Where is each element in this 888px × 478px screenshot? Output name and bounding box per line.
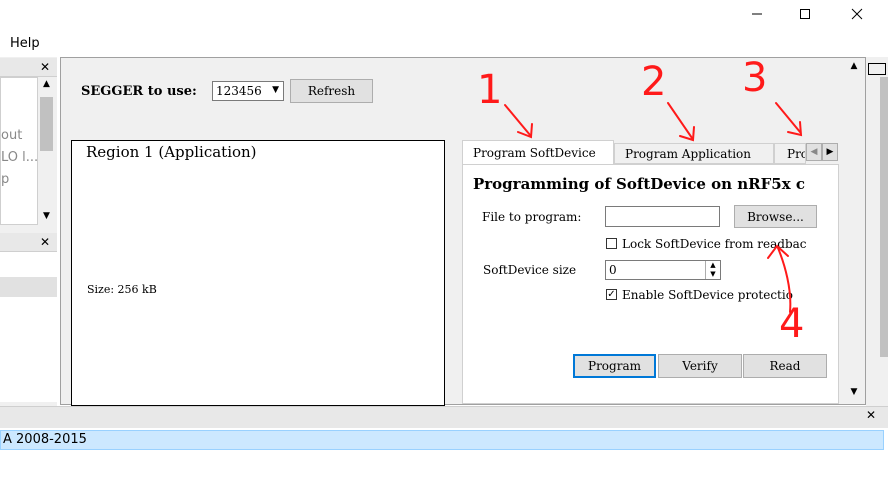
arrow-3 — [775, 102, 801, 133]
arrow-1 — [504, 104, 531, 136]
annotation-number-3: 3 — [742, 55, 768, 101]
annotation-number-1: 1 — [477, 67, 503, 113]
arrow-2 — [667, 102, 693, 139]
annotation-number-4: 4 — [779, 301, 805, 347]
annotation-number-2: 2 — [641, 59, 667, 105]
arrow-4-head — [767, 244, 789, 259]
